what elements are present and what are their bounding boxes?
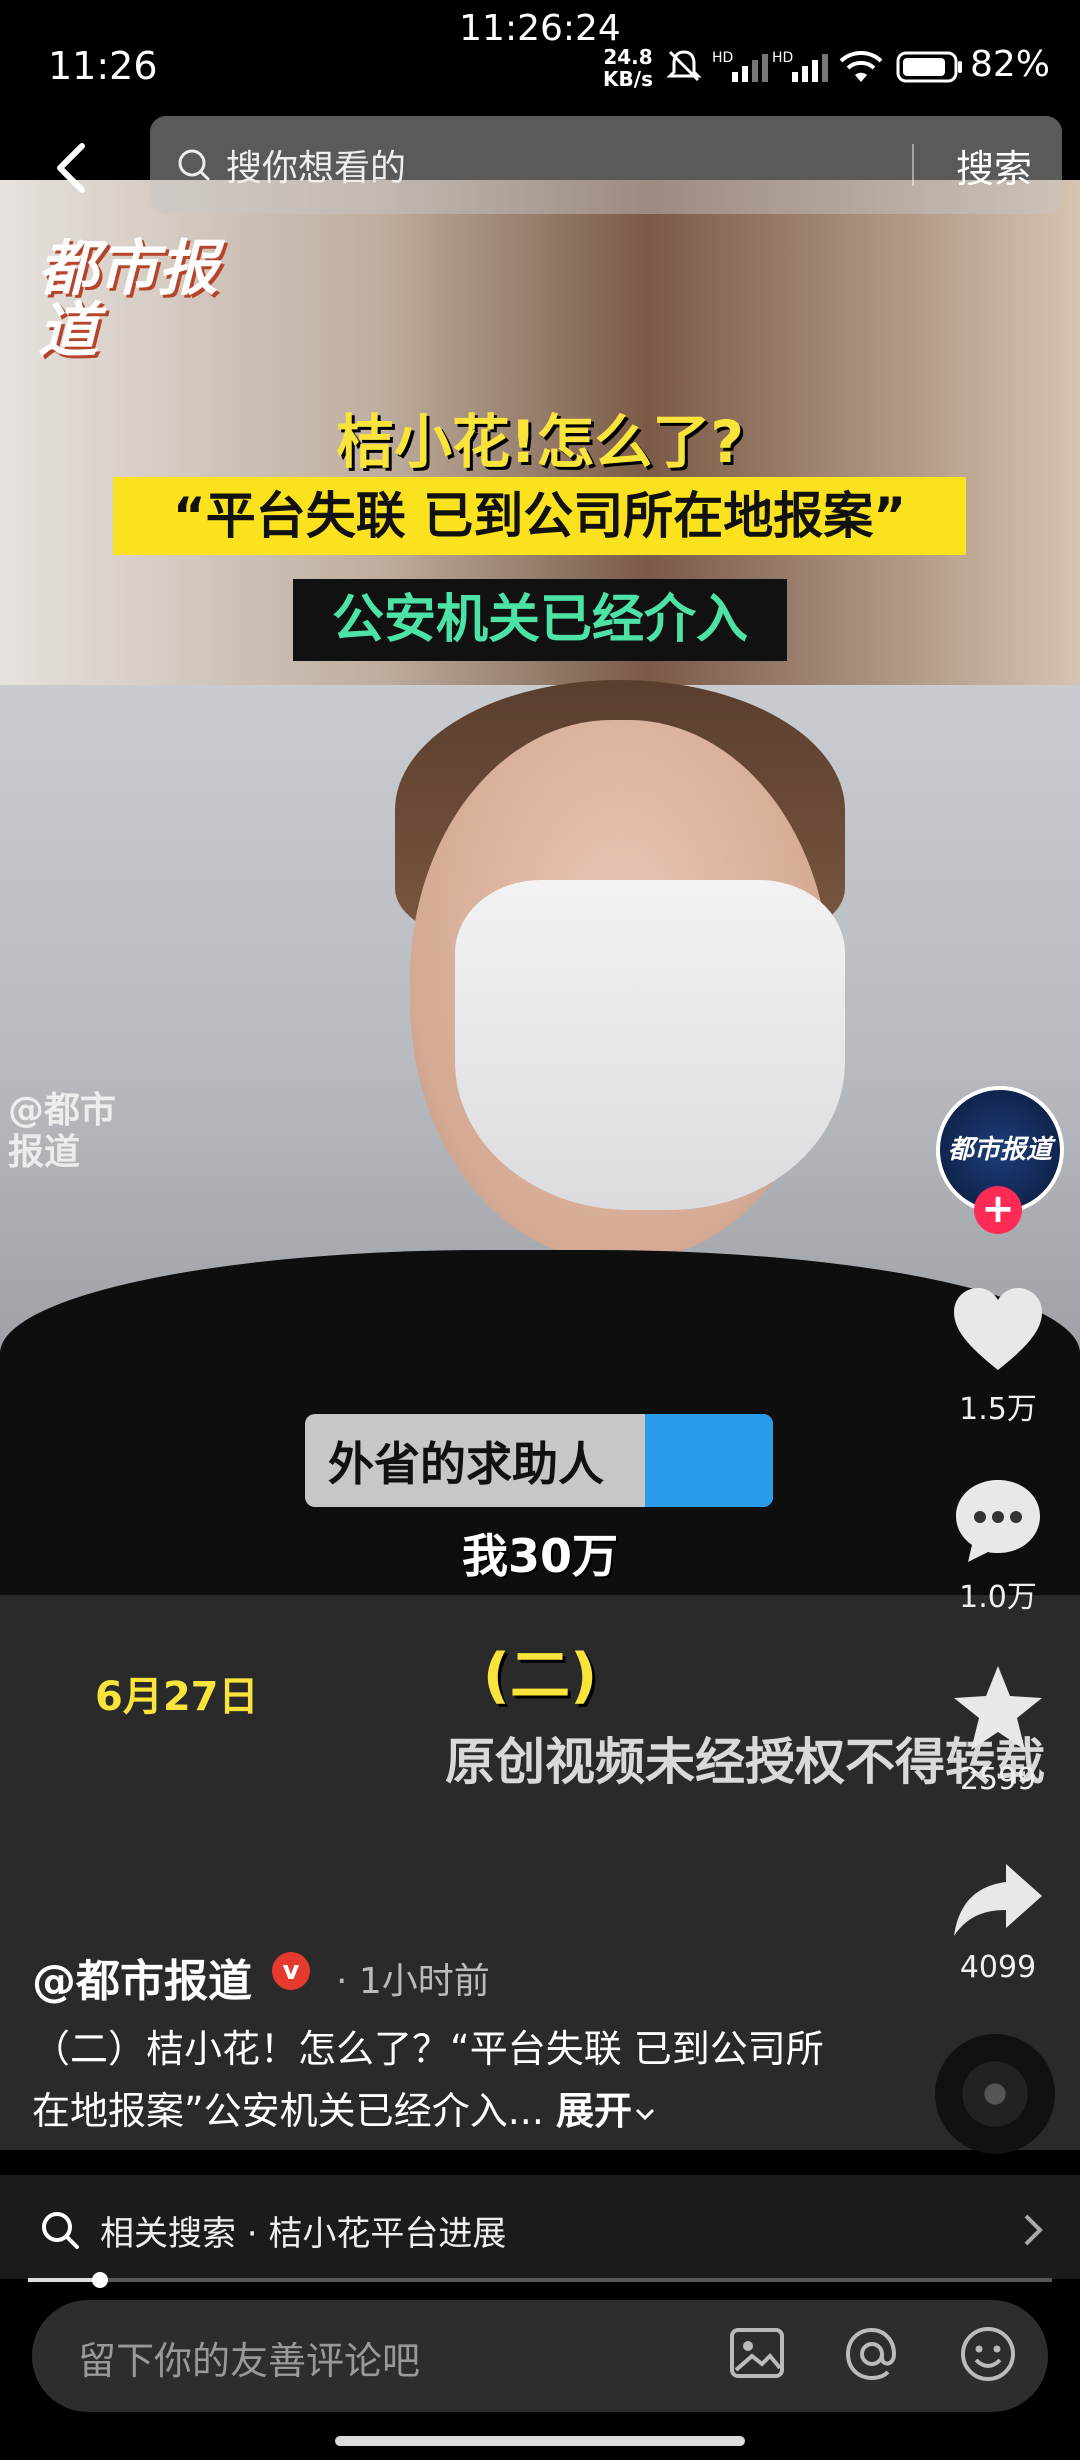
video-headline: 桔小花!怎么了? <box>335 408 745 476</box>
comment-input[interactable]: 留下你的友善评论吧 <box>78 2330 420 2385</box>
video-subtitle: 我30万 <box>461 1529 618 1583</box>
image-icon[interactable] <box>726 2322 788 2384</box>
music-disc-icon[interactable] <box>935 2034 1055 2154</box>
post-description-text: （二）桔小花！怎么了？“平台失联 已到公司所在地报案”公安机关已经介入... <box>32 2027 824 2133</box>
wifi-icon <box>839 51 883 82</box>
caption-label: 外省的求助人 <box>328 1437 604 1491</box>
battery-icon <box>896 51 962 83</box>
favorite-count: 2599 <box>959 1762 1037 1797</box>
share-arrow-icon[interactable] <box>948 1850 1048 1950</box>
svg-text:HD: HD <box>712 50 733 66</box>
emoji-icon[interactable] <box>956 2322 1020 2386</box>
search-icon <box>178 149 210 181</box>
search-button[interactable]: 搜索 <box>956 138 1032 193</box>
comment-bubble-icon[interactable] <box>948 1470 1048 1570</box>
progress-knob[interactable] <box>92 2272 108 2288</box>
status-clock: 11:26 <box>48 44 158 88</box>
post-time: · 1小时前 <box>336 1961 490 2002</box>
search-input[interactable]: 搜你想看的 <box>226 139 406 191</box>
favorite-star-icon[interactable] <box>948 1660 1048 1760</box>
related-search-icon <box>42 2212 79 2249</box>
related-search-text[interactable]: 相关搜索 · 桔小花平台进展 <box>100 2206 506 2255</box>
progress-fill <box>28 2278 100 2282</box>
like-heart-icon[interactable] <box>948 1282 1048 1382</box>
post-description: （二）桔小花！怎么了？“平台失联 已到公司所在地报案”公安机关已经介入... 展… <box>32 2018 832 2142</box>
verified-badge-icon: v <box>272 1952 310 1990</box>
chevron-right-icon <box>1024 2214 1043 2246</box>
side-watermark-line2: 报道 <box>8 1132 81 1173</box>
expand-button[interactable]: 展开 <box>556 2089 658 2133</box>
network-speed: 24.8 KB/s <box>602 46 654 90</box>
comment-count: 1.0万 <box>959 1580 1037 1615</box>
video-headline-banner: “平台失联 已到公司所在地报案” <box>113 477 966 555</box>
share-count: 4099 <box>959 1950 1037 1985</box>
expand-label: 展开 <box>556 2089 633 2133</box>
side-watermark: @都市 报道 <box>8 1090 116 1174</box>
author-name[interactable]: @都市报道 <box>32 1945 252 2009</box>
back-arrow-icon[interactable] <box>44 138 104 198</box>
home-indicator <box>335 2436 745 2446</box>
channel-logo: 都市报道 <box>38 234 218 366</box>
search-bar[interactable]: 搜你想看的 搜索 <box>150 116 1062 214</box>
progress-track[interactable] <box>28 2278 1052 2282</box>
like-count: 1.5万 <box>959 1392 1037 1427</box>
caption-redaction <box>645 1414 773 1507</box>
signal-icon-2: HD <box>772 50 828 82</box>
search-divider <box>912 144 914 186</box>
video-headline-sub: 公安机关已经介入 <box>293 579 787 661</box>
mute-bell-icon <box>666 50 702 82</box>
svg-text:HD: HD <box>772 50 793 66</box>
face-mask <box>455 880 845 1210</box>
network-speed-unit: KB/s <box>603 67 653 91</box>
follow-button[interactable]: + <box>974 1186 1022 1234</box>
mention-at-icon[interactable] <box>840 2322 904 2386</box>
video-date: 6月27日 <box>95 1674 259 1720</box>
side-watermark-line1: @都市 <box>8 1090 117 1131</box>
battery-percent: 82% <box>970 44 1051 85</box>
signal-icon-1: HD <box>712 50 768 82</box>
chevron-down-icon <box>635 2108 655 2120</box>
network-speed-value: 24.8 <box>603 45 653 69</box>
status-clock-center: 11:26:24 <box>459 8 621 49</box>
